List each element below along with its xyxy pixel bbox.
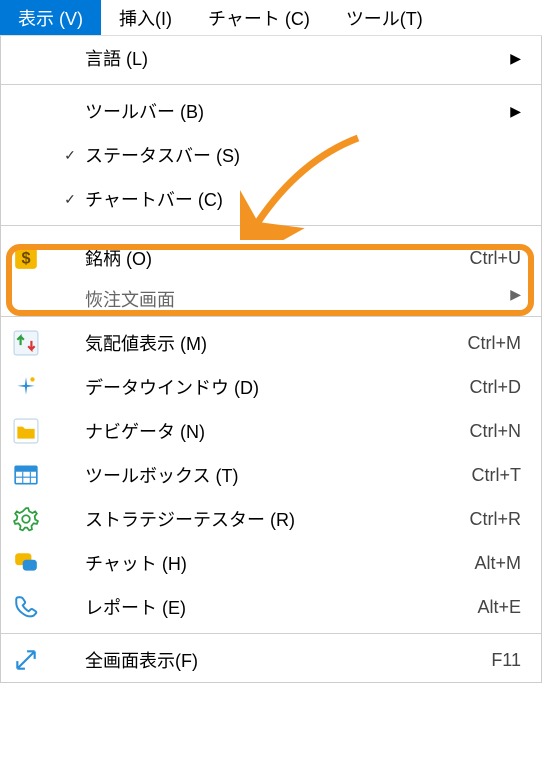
menu-strategytester[interactable]: ストラテジーテスター (R) Ctrl+R bbox=[1, 497, 541, 541]
menu-label: 銘柄 (O) bbox=[85, 245, 469, 271]
separator bbox=[1, 633, 541, 634]
icon-slot bbox=[13, 550, 55, 576]
menu-label: ツールバー (B) bbox=[85, 98, 510, 124]
menu-label: ストラテジーテスター (R) bbox=[85, 506, 469, 532]
menu-shortcut: Ctrl+R bbox=[469, 509, 521, 530]
menubar-tools[interactable]: ツール(T) bbox=[328, 0, 441, 35]
menu-label: ステータスバー (S) bbox=[85, 142, 521, 168]
menu-label: 言語 (L) bbox=[85, 45, 510, 71]
menubar-chart[interactable]: チャート (C) bbox=[190, 0, 328, 35]
menu-label: データウインドウ (D) bbox=[85, 374, 469, 400]
menu-navigator[interactable]: ナビゲータ (N) Ctrl+N bbox=[1, 409, 541, 453]
menu-report[interactable]: レポート (E) Alt+E bbox=[1, 585, 541, 629]
separator bbox=[1, 316, 541, 317]
view-dropdown: 言語 (L) ▶ ツールバー (B) ▶ ✓ ステータスバー (S) ✓ チャー… bbox=[0, 36, 542, 683]
icon-slot bbox=[13, 462, 55, 488]
menu-statusbar[interactable]: ✓ ステータスバー (S) bbox=[1, 133, 541, 177]
folder-icon bbox=[13, 418, 39, 444]
icon-slot bbox=[13, 647, 55, 673]
menubar-label: 挿入(I) bbox=[119, 5, 172, 31]
icon-slot bbox=[13, 374, 55, 400]
menu-label: 気配値表示 (M) bbox=[85, 330, 468, 356]
menu-truncated[interactable]: 恢注文画面 ▶ bbox=[1, 286, 541, 312]
checkmark-icon: ✓ bbox=[64, 147, 76, 164]
menubar-label: ツール(T) bbox=[346, 5, 423, 31]
menu-shortcut: Alt+E bbox=[477, 597, 521, 618]
icon-slot bbox=[13, 330, 55, 356]
icon-slot bbox=[13, 594, 55, 620]
checkmark-icon: ✓ bbox=[64, 191, 76, 208]
svg-text:$: $ bbox=[21, 249, 30, 267]
gear-icon bbox=[13, 506, 39, 532]
menubar-label: チャート (C) bbox=[208, 5, 310, 31]
menu-label: レポート (E) bbox=[85, 594, 477, 620]
table-icon bbox=[13, 462, 39, 488]
icon-slot bbox=[13, 418, 55, 444]
menu-toolbar[interactable]: ツールバー (B) ▶ bbox=[1, 89, 541, 133]
menu-marketwatch[interactable]: 気配値表示 (M) Ctrl+M bbox=[1, 321, 541, 365]
check-slot: ✓ bbox=[55, 147, 85, 164]
menu-label: ナビゲータ (N) bbox=[85, 418, 469, 444]
menu-shortcut: Ctrl+U bbox=[469, 248, 521, 269]
separator bbox=[1, 225, 541, 226]
menu-chat[interactable]: チャット (H) Alt+M bbox=[1, 541, 541, 585]
submenu-arrow-icon: ▶ bbox=[510, 50, 521, 67]
phone-icon bbox=[13, 594, 39, 620]
menu-label: 全画面表示(F) bbox=[85, 647, 491, 673]
menu-label: 恢注文画面 bbox=[85, 286, 510, 312]
expand-icon bbox=[13, 647, 39, 673]
menu-datawindow[interactable]: データウインドウ (D) Ctrl+D bbox=[1, 365, 541, 409]
chat-icon bbox=[13, 550, 39, 576]
menu-shortcut: Ctrl+M bbox=[468, 333, 522, 354]
menu-toolbox[interactable]: ツールボックス (T) Ctrl+T bbox=[1, 453, 541, 497]
menu-symbols[interactable]: $ 銘柄 (O) Ctrl+U bbox=[1, 230, 541, 286]
menu-shortcut: Alt+M bbox=[474, 553, 521, 574]
separator bbox=[1, 84, 541, 85]
icon-slot: $ bbox=[13, 245, 55, 271]
submenu-arrow-icon: ▶ bbox=[510, 103, 521, 120]
sparkle-icon bbox=[13, 374, 39, 400]
menu-shortcut: Ctrl+N bbox=[469, 421, 521, 442]
menubar-label: 表示 (V) bbox=[18, 5, 83, 31]
menubar-view[interactable]: 表示 (V) bbox=[0, 0, 101, 35]
arrows-icon bbox=[13, 330, 39, 356]
dollar-icon: $ bbox=[13, 245, 39, 271]
submenu-arrow-icon: ▶ bbox=[510, 286, 521, 303]
menubar-insert[interactable]: 挿入(I) bbox=[101, 0, 190, 35]
check-slot: ✓ bbox=[55, 191, 85, 208]
menu-language[interactable]: 言語 (L) ▶ bbox=[1, 36, 541, 80]
menu-label: ツールボックス (T) bbox=[85, 462, 472, 488]
menu-chartbar[interactable]: ✓ チャートバー (C) bbox=[1, 177, 541, 221]
menu-label: チャット (H) bbox=[85, 550, 474, 576]
menu-shortcut: Ctrl+T bbox=[472, 465, 522, 486]
icon-slot bbox=[13, 506, 55, 532]
menu-fullscreen[interactable]: 全画面表示(F) F11 bbox=[1, 638, 541, 682]
menu-shortcut: Ctrl+D bbox=[469, 377, 521, 398]
menu-shortcut: F11 bbox=[491, 650, 521, 671]
menubar: 表示 (V) 挿入(I) チャート (C) ツール(T) bbox=[0, 0, 542, 36]
menu-label: チャートバー (C) bbox=[85, 186, 521, 212]
